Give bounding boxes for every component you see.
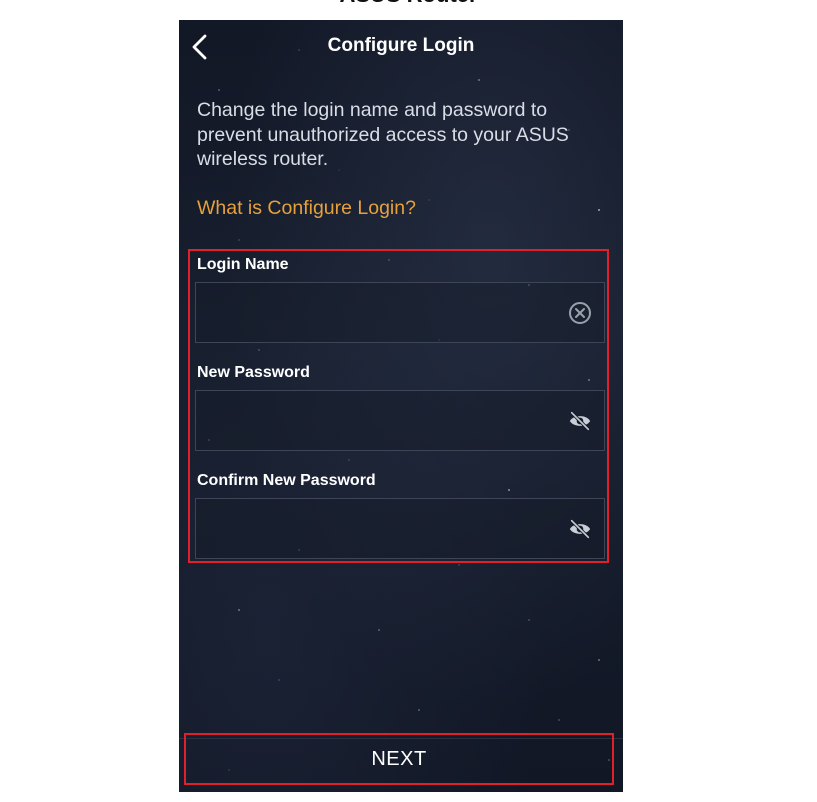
confirm-password-field-box — [195, 498, 605, 559]
top-caption-cropped: ASUS Router — [0, 0, 817, 8]
confirm-password-label: Confirm New Password — [197, 472, 376, 489]
new-password-label: New Password — [197, 364, 310, 381]
clear-circle-icon — [569, 302, 591, 324]
confirm-password-input[interactable] — [196, 499, 576, 558]
eye-off-icon — [569, 519, 591, 539]
new-password-field-box — [195, 390, 605, 451]
login-name-input[interactable] — [196, 283, 576, 342]
next-button-label: NEXT — [371, 747, 427, 770]
new-password-input[interactable] — [196, 391, 576, 450]
eye-off-icon — [569, 411, 591, 431]
header-bar: Configure Login — [179, 20, 623, 74]
clear-input-button[interactable] — [568, 301, 592, 325]
login-name-field-box — [195, 282, 605, 343]
phone-screen: Configure Login Change the login name an… — [179, 20, 623, 792]
toggle-confirm-password-visibility-button[interactable] — [568, 517, 592, 541]
what-is-configure-login-link[interactable]: What is Configure Login? — [197, 196, 416, 220]
next-button[interactable]: NEXT — [184, 733, 614, 785]
description-text: Change the login name and password to pr… — [197, 99, 569, 170]
login-name-label: Login Name — [197, 256, 289, 273]
toggle-password-visibility-button[interactable] — [568, 409, 592, 433]
page-title: Configure Login — [327, 35, 475, 56]
